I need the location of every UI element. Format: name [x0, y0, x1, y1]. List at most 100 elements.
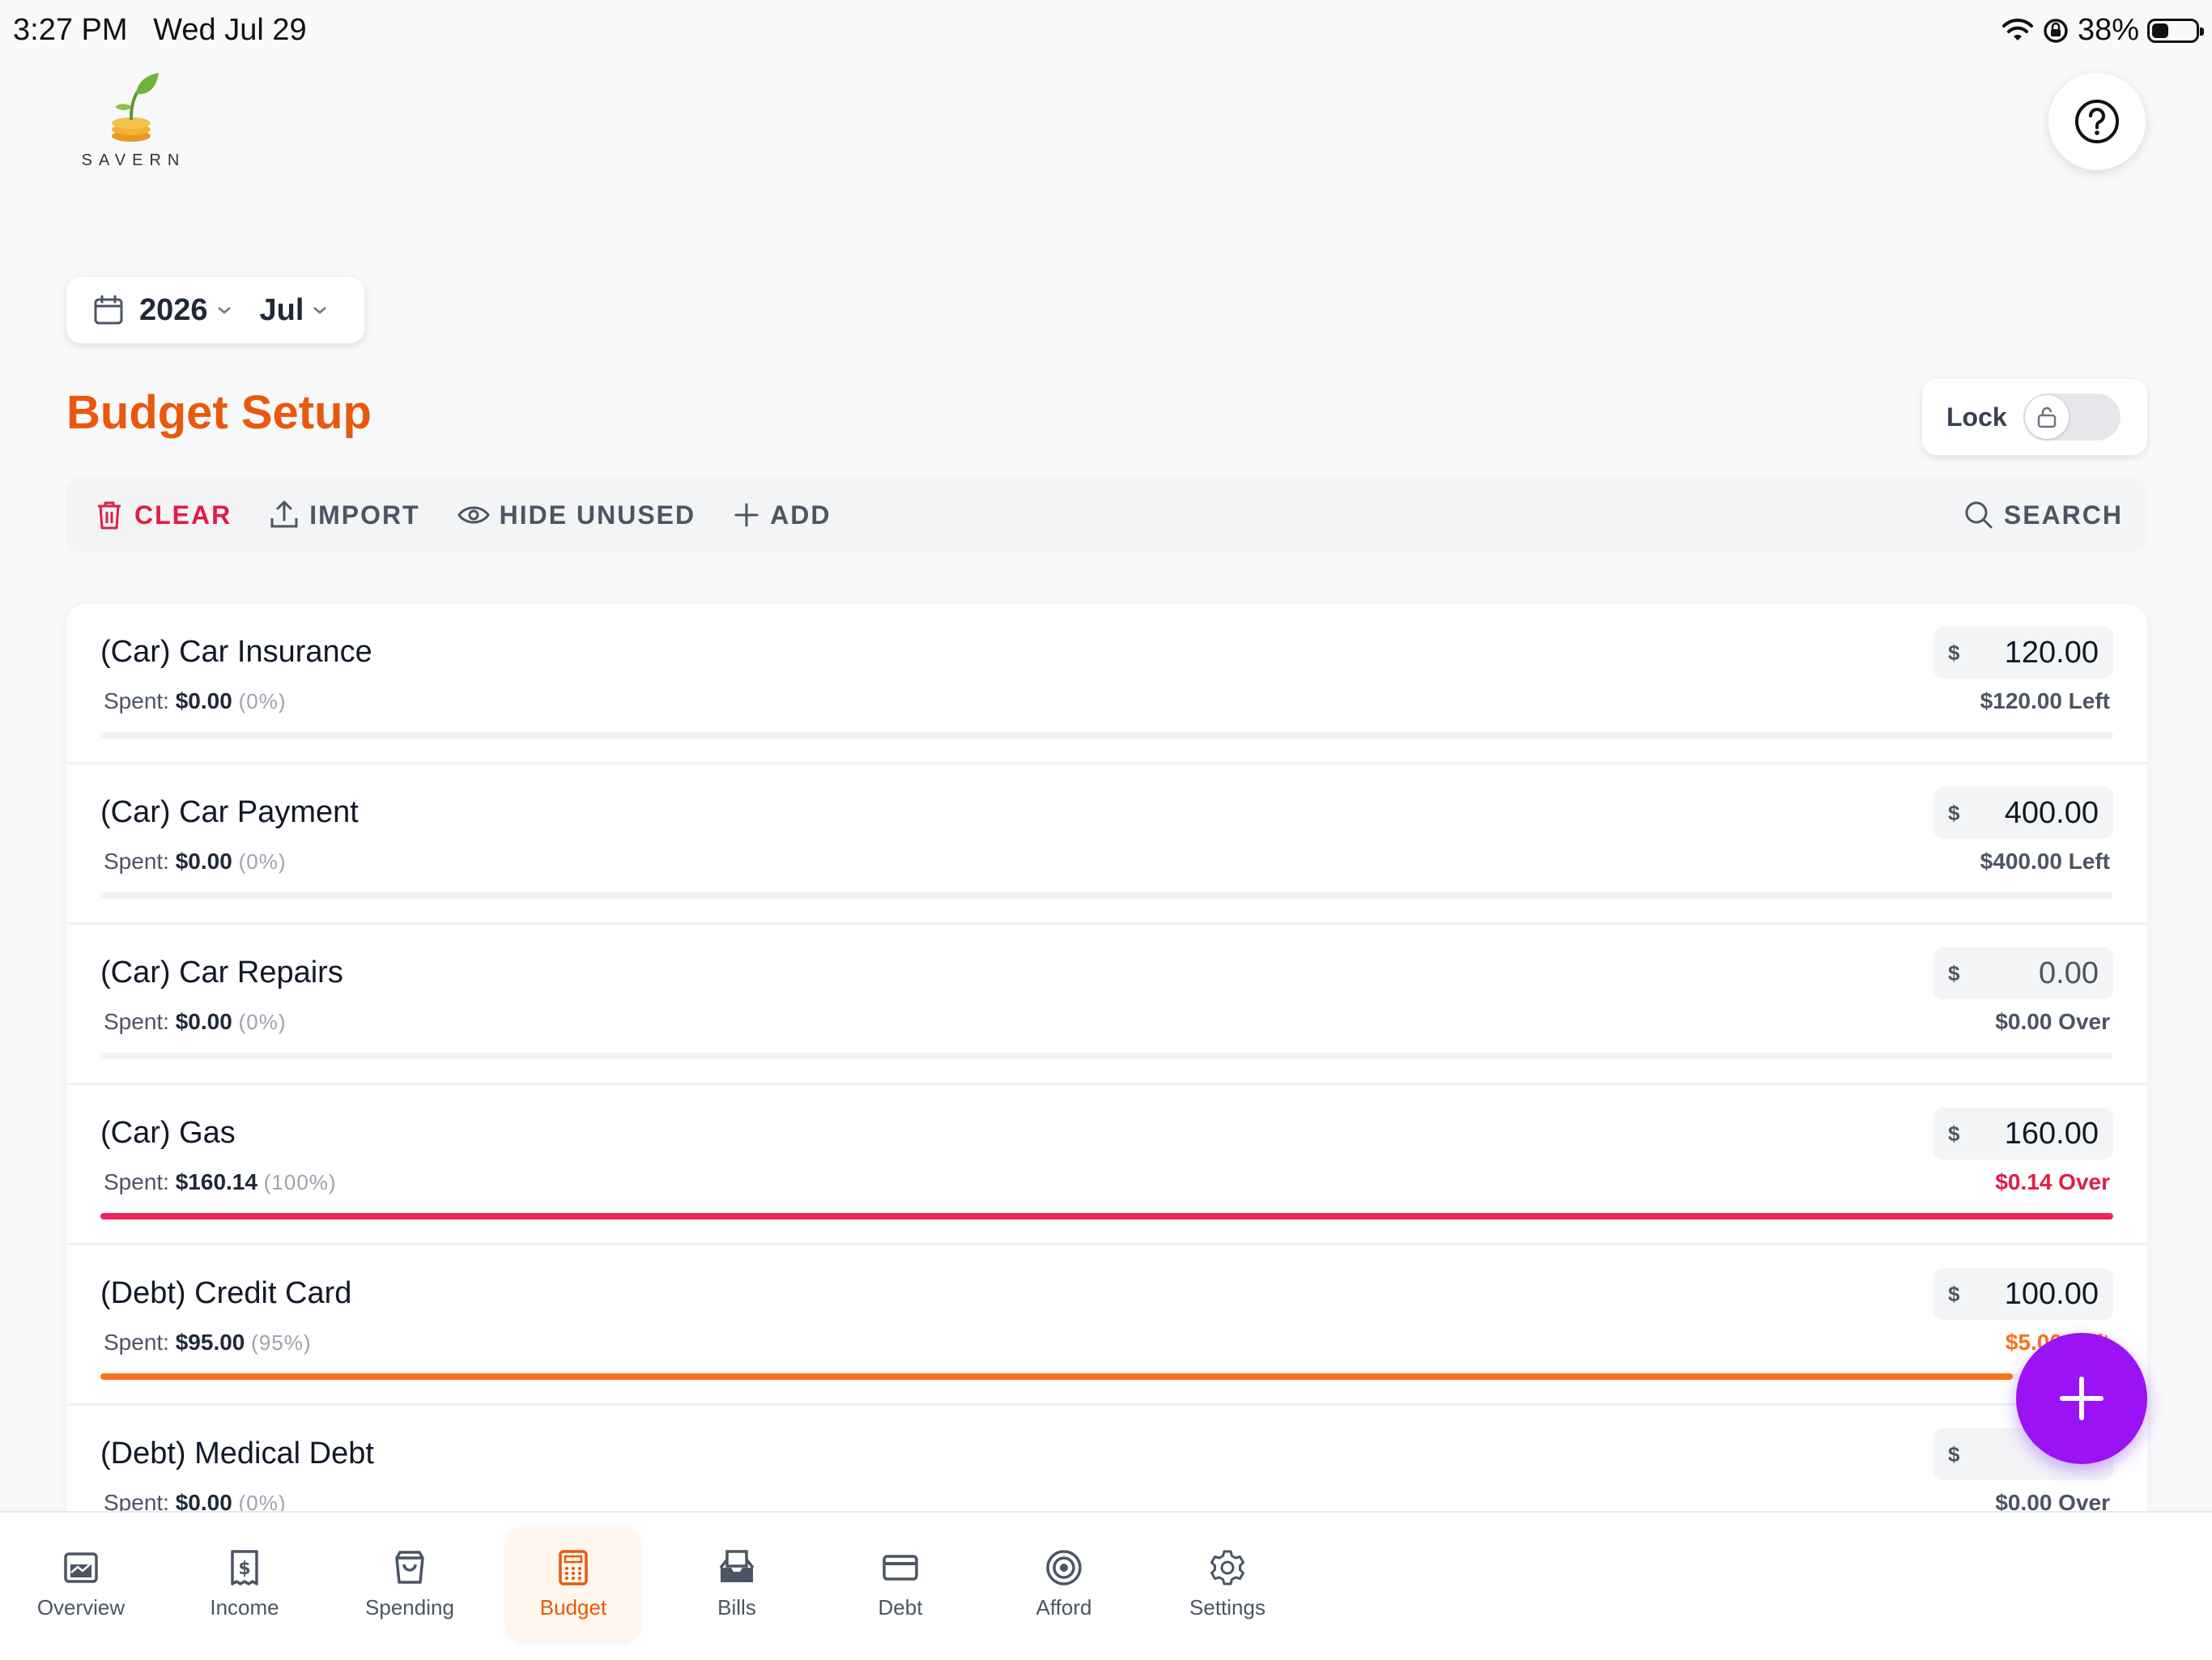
- import-button[interactable]: IMPORT: [269, 499, 419, 531]
- progress-bar: [100, 1213, 2113, 1219]
- budget-list: (Car) Car Insurance Spent: $0.00 (0%) $1…: [66, 604, 2147, 1511]
- hide-unused-label: HIDE UNUSED: [499, 500, 696, 530]
- date-picker[interactable]: 2026 Jul: [66, 277, 364, 343]
- year-select[interactable]: 2026: [139, 293, 232, 328]
- progress-fill: [100, 1373, 2013, 1380]
- tab-label: Spending: [365, 1594, 454, 1620]
- shopping-bag-icon: [395, 1550, 424, 1584]
- calculator-icon: [559, 1549, 588, 1586]
- budget-row[interactable]: (Debt) Medical Debt Spent: $0.00 (0%) $ …: [66, 1406, 2147, 1511]
- amount-input[interactable]: $160.00: [1933, 1108, 2113, 1160]
- tab-debt[interactable]: Debt: [834, 1527, 967, 1641]
- plant-coins-icon: [112, 73, 159, 142]
- clear-label: CLEAR: [134, 500, 232, 530]
- tab-spending[interactable]: Spending: [343, 1527, 476, 1641]
- search-icon: [1965, 501, 1993, 529]
- budget-row[interactable]: (Car) Car Repairs Spent: $0.00 (0%) $0.0…: [66, 925, 2147, 1085]
- amount-input[interactable]: $100.00: [1933, 1268, 2113, 1320]
- plus-icon: [734, 503, 759, 527]
- tab-settings[interactable]: Settings: [1161, 1527, 1294, 1641]
- inbox-icon: [719, 1549, 755, 1582]
- trash-icon: [98, 501, 121, 530]
- tab-label: Income: [210, 1594, 279, 1620]
- category-name: (Debt) Credit Card: [100, 1276, 352, 1310]
- svg-text:$: $: [238, 1559, 250, 1579]
- spent-info: Spent: $0.00 (0%): [104, 1009, 287, 1034]
- toggle-knob: [2024, 395, 2069, 439]
- tab-income[interactable]: $ Income: [178, 1527, 311, 1641]
- chart-icon: [64, 1551, 98, 1583]
- unlock-icon: [2037, 406, 2056, 428]
- tab-label: Settings: [1189, 1594, 1266, 1620]
- battery-icon: [2147, 18, 2204, 43]
- clear-button[interactable]: CLEAR: [94, 499, 232, 531]
- spent-info: Spent: $0.00 (0%): [104, 1490, 287, 1511]
- lock-toggle-box: Lock: [1922, 379, 2147, 455]
- plus-icon: [2060, 1377, 2104, 1420]
- budget-row[interactable]: (Car) Car Payment Spent: $0.00 (0%) $400…: [66, 764, 2147, 925]
- lock-label: Lock: [1946, 402, 2007, 432]
- wifi-icon: [2001, 18, 2033, 40]
- lock-toggle[interactable]: [2023, 394, 2121, 441]
- tab-label: Afford: [1036, 1594, 1092, 1620]
- tab-overview[interactable]: Overview: [15, 1527, 147, 1641]
- app-logo: SAVERN: [81, 71, 186, 170]
- remaining-text: $120.00 Left: [1980, 688, 2110, 713]
- bottom-tab-bar: Overview $ Income Spending Budget Bills …: [0, 1511, 2212, 1660]
- category-name: (Debt) Medical Debt: [100, 1437, 374, 1471]
- battery-percent: 38%: [2077, 13, 2139, 47]
- orientation-lock-icon: [2044, 18, 2068, 43]
- progress-bar: [100, 1053, 2113, 1059]
- category-name: (Car) Car Repairs: [100, 956, 343, 990]
- tab-label: Budget: [539, 1594, 607, 1620]
- action-toolbar: CLEAR IMPORT HIDE UNUSED ADD SEARCH: [66, 478, 2147, 552]
- year-value: 2026: [139, 292, 208, 327]
- add-label: ADD: [770, 500, 832, 530]
- status-indicators: 38%: [2001, 13, 2204, 48]
- tab-budget[interactable]: Budget: [507, 1527, 640, 1641]
- category-name: (Car) Car Insurance: [100, 635, 372, 669]
- tab-afford[interactable]: Afford: [998, 1527, 1130, 1641]
- upload-icon: [270, 500, 298, 528]
- chevron-down-icon: [313, 307, 327, 314]
- category-name: (Car) Car Payment: [100, 795, 359, 829]
- tab-label: Debt: [878, 1594, 923, 1620]
- logo-text: SAVERN: [81, 151, 186, 169]
- month-select[interactable]: Jul: [260, 293, 329, 328]
- category-name: (Car) Gas: [100, 1116, 236, 1150]
- remaining-text: $0.14 Over: [1995, 1169, 2110, 1194]
- progress-fill: [100, 1213, 2113, 1219]
- progress-bar: [100, 892, 2113, 899]
- search-label: SEARCH: [2003, 500, 2123, 530]
- status-time: 3:27 PM Wed Jul 29: [13, 13, 307, 47]
- amount-input[interactable]: $400.00: [1933, 787, 2113, 839]
- spent-info: Spent: $160.14 (100%): [104, 1169, 337, 1194]
- budget-row[interactable]: (Debt) Credit Card Spent: $95.00 (95%) $…: [66, 1245, 2147, 1406]
- eye-icon: [457, 506, 490, 524]
- question-circle-icon: [2075, 100, 2119, 143]
- add-button[interactable]: ADD: [733, 500, 831, 530]
- amount-input[interactable]: $120.00: [1933, 627, 2113, 679]
- budget-row[interactable]: (Car) Gas Spent: $160.14 (100%) $160.00 …: [66, 1085, 2147, 1245]
- tab-bills[interactable]: Bills: [670, 1527, 803, 1641]
- page-title: Budget Setup: [66, 386, 372, 439]
- target-icon: [1046, 1549, 1082, 1586]
- budget-row[interactable]: (Car) Car Insurance Spent: $0.00 (0%) $1…: [66, 604, 2147, 764]
- remaining-text: $400.00 Left: [1980, 849, 2110, 874]
- search-button[interactable]: SEARCH: [1963, 500, 2123, 530]
- credit-card-icon: [883, 1554, 918, 1581]
- import-label: IMPORT: [309, 500, 420, 530]
- help-button[interactable]: [2048, 73, 2146, 170]
- dollar-receipt-icon: $: [231, 1549, 258, 1586]
- progress-bar: [100, 1373, 2113, 1380]
- spent-info: Spent: $95.00 (95%): [104, 1330, 312, 1355]
- add-fab-button[interactable]: [2016, 1333, 2147, 1464]
- spent-info: Spent: $0.00 (0%): [104, 688, 287, 713]
- calendar-icon: [94, 295, 123, 325]
- remaining-text: $0.00 Over: [1995, 1490, 2110, 1511]
- tab-label: Bills: [717, 1594, 756, 1620]
- hide-unused-button[interactable]: HIDE UNUSED: [457, 500, 696, 530]
- chevron-down-icon: [217, 307, 231, 314]
- spent-info: Spent: $0.00 (0%): [104, 849, 287, 874]
- amount-input[interactable]: $0.00: [1933, 947, 2113, 999]
